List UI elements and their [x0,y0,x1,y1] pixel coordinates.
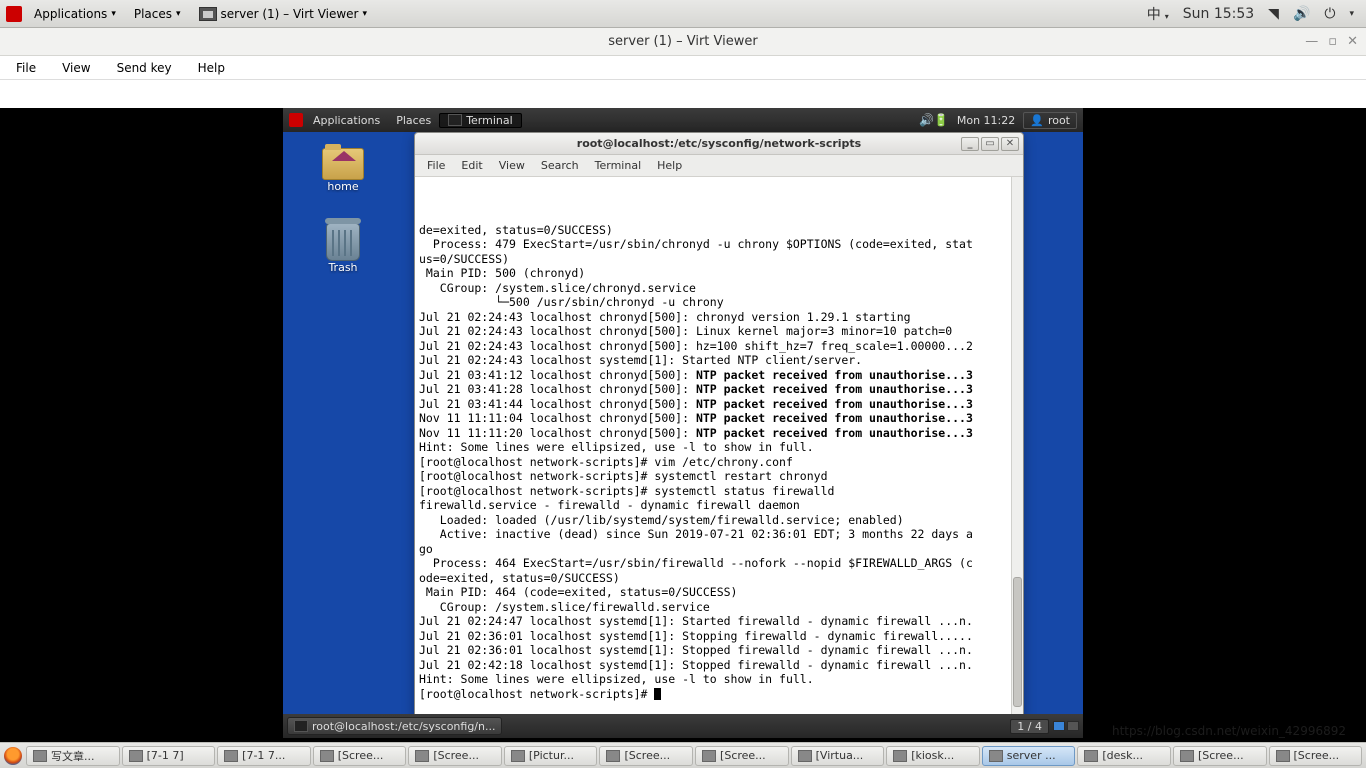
app-title: server (1) – Virt Viewer [608,34,757,49]
term-menu-file[interactable]: File [419,159,453,172]
guest-terminal-launcher[interactable]: Terminal [439,113,522,128]
terminal-close-button[interactable]: ✕ [1001,137,1019,151]
terminal-icon [294,720,308,732]
guest-user-menu[interactable]: 👤root [1023,112,1077,129]
terminal-titlebar[interactable]: root@localhost:/etc/sysconfig/network-sc… [415,133,1023,155]
scrollbar-thumb[interactable] [1013,577,1022,707]
app-icon [415,750,429,762]
app-titlebar[interactable]: server (1) – Virt Viewer — ▫ ✕ [0,28,1366,56]
app-icon [989,750,1003,762]
menu-view[interactable]: View [52,61,100,75]
guest-applications-menu[interactable]: Applications [305,114,388,127]
network-icon[interactable]: ◥ [1262,6,1285,22]
app-icon [606,750,620,762]
app-icon [798,750,812,762]
app-icon [1084,750,1098,762]
terminal-menubar: File Edit View Search Terminal Help [415,155,1023,177]
taskbar-item[interactable]: [Scree... [313,746,407,766]
menu-file[interactable]: File [6,61,46,75]
taskbar-terminal-button[interactable]: root@localhost:/etc/sysconfig/n... [287,717,502,735]
app-icon [320,750,334,762]
applications-menu[interactable]: Applications▾ [26,0,124,27]
guest-taskbar: root@localhost:/etc/sysconfig/n... 1 / 4 [283,714,1083,738]
taskbar-item[interactable]: [Scree... [1269,746,1362,766]
virt-viewer-window: server (1) – Virt Viewer — ▫ ✕ File View… [0,28,1366,742]
terminal-minimize-button[interactable]: _ [961,137,979,151]
menu-help[interactable]: Help [188,61,235,75]
app-menubar: File View Send key Help [0,56,1366,80]
taskbar-item[interactable]: server ... [982,746,1076,766]
desktop-home-icon[interactable]: home [313,148,373,193]
host-top-panel: Applications▾ Places▾ server (1) – Virt … [0,0,1366,28]
term-menu-view[interactable]: View [491,159,533,172]
maximize-button[interactable]: ▫ [1328,34,1337,49]
firefox-launcher[interactable] [4,747,22,765]
active-window-button[interactable]: server (1) – Virt Viewer▾ [191,0,375,27]
minimize-button[interactable]: — [1305,34,1318,49]
taskbar-item[interactable]: [desk... [1077,746,1171,766]
app-icon [702,750,716,762]
host-taskbar: 写文章...[7-1 7][7-1 7...[Scree...[Scree...… [0,742,1366,768]
terminal-maximize-button[interactable]: ▭ [981,137,999,151]
clock[interactable]: Sun 15:53 [1177,6,1260,22]
taskbar-item[interactable]: [7-1 7] [122,746,216,766]
workspace-indicator[interactable]: 1 / 4 [1010,719,1049,734]
guest-logo-icon [289,113,303,127]
taskbar-item[interactable]: [7-1 7... [217,746,311,766]
workspace-switcher[interactable] [1053,721,1079,731]
places-menu[interactable]: Places▾ [126,0,189,27]
ime-indicator[interactable]: 中▾ [1141,4,1175,24]
terminal-title: root@localhost:/etc/sysconfig/network-sc… [577,137,861,150]
app-icon [1276,750,1290,762]
power-icon[interactable]: ⏻ [1318,6,1341,22]
guest-clock[interactable]: Mon 11:22 [949,114,1023,127]
term-menu-edit[interactable]: Edit [453,159,490,172]
taskbar-item[interactable]: [Pictur... [504,746,598,766]
vm-display[interactable]: Applications Places Terminal 🔊 🔋 Mon 11:… [0,108,1366,742]
app-icon [1180,750,1194,762]
volume-icon[interactable]: 🔊 [1287,6,1316,22]
desktop-home-label: home [327,180,358,193]
guest-top-panel: Applications Places Terminal 🔊 🔋 Mon 11:… [283,108,1083,132]
taskbar-item[interactable]: [Scree... [1173,746,1267,766]
desktop-trash-icon[interactable]: Trash [313,223,373,274]
term-menu-help[interactable]: Help [649,159,690,172]
close-button[interactable]: ✕ [1347,34,1358,49]
guest-terminal-window[interactable]: root@localhost:/etc/sysconfig/network-sc… [414,132,1024,718]
app-icon [33,750,47,762]
guest-volume-icon[interactable]: 🔊 [919,113,934,127]
taskbar-item[interactable]: [kiosk... [886,746,980,766]
taskbar-item[interactable]: [Scree... [599,746,693,766]
redhat-logo-icon [6,6,22,22]
terminal-scrollbar[interactable] [1011,177,1023,717]
terminal-icon [448,114,462,126]
guest-desktop[interactable]: Applications Places Terminal 🔊 🔋 Mon 11:… [283,108,1083,738]
guest-battery-icon[interactable]: 🔋 [934,113,949,127]
menu-sendkey[interactable]: Send key [107,61,182,75]
desktop-trash-label: Trash [328,261,357,274]
taskbar-item[interactable]: [Virtua... [791,746,885,766]
user-icon: 👤 [1030,114,1044,127]
app-icon [129,750,143,762]
taskbar-item[interactable]: [Scree... [408,746,502,766]
app-icon [893,750,907,762]
guest-places-menu[interactable]: Places [388,114,439,127]
app-icon [511,750,525,762]
taskbar-item[interactable]: [Scree... [695,746,789,766]
taskbar-item[interactable]: 写文章... [26,746,120,766]
app-icon [224,750,238,762]
user-menu-caret[interactable]: ▾ [1343,9,1360,19]
term-menu-search[interactable]: Search [533,159,587,172]
term-menu-terminal[interactable]: Terminal [587,159,650,172]
terminal-output[interactable]: de=exited, status=0/SUCCESS) Process: 47… [415,177,1023,717]
